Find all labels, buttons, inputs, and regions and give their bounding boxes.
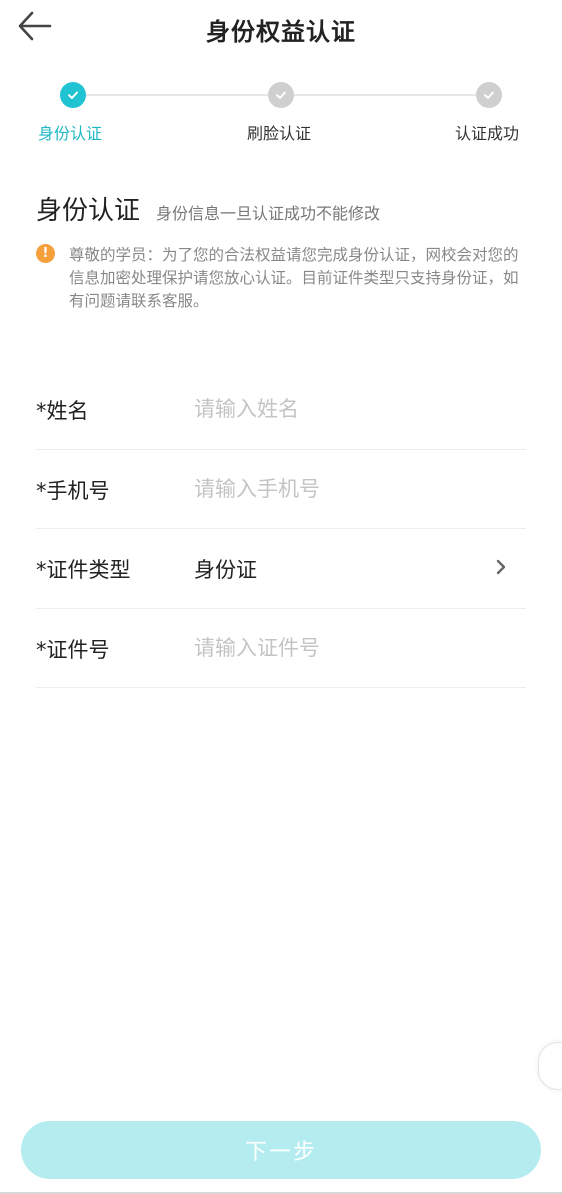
- form-row-name: *姓名: [36, 370, 526, 450]
- step-connector: [294, 94, 476, 96]
- step-connector: [86, 94, 268, 96]
- floating-side-tab[interactable]: [538, 1042, 562, 1090]
- phone-label: *手机号: [36, 478, 110, 503]
- phone-input[interactable]: [194, 469, 484, 508]
- section-title: 身份认证: [36, 196, 141, 226]
- section-header: 身份认证 身份信息一旦认证成功不能修改: [36, 190, 380, 227]
- id-number-label: *证件号: [36, 637, 110, 662]
- id-type-label: *证件类型: [36, 558, 131, 582]
- next-step-button[interactable]: 下一步: [21, 1121, 541, 1179]
- check-icon: [68, 91, 78, 99]
- step-3-indicator: [476, 82, 502, 108]
- id-number-input[interactable]: [194, 628, 484, 667]
- id-type-selector[interactable]: *证件类型 身份证: [36, 529, 526, 609]
- notice: ! 尊敬的学员：为了您的合法权益请您完成身份认证，网校会对您的信息加密处理保护请…: [36, 244, 528, 313]
- name-label: *姓名: [36, 399, 89, 423]
- section-subtitle: 身份信息一旦认证成功不能修改: [156, 204, 381, 223]
- chevron-right-icon: [496, 559, 506, 575]
- step-2-label: 刷脸认证: [247, 124, 312, 143]
- form-row-phone: *手机号: [36, 450, 526, 529]
- warning-icon: !: [36, 244, 55, 263]
- step-3-label: 认证成功: [455, 124, 520, 143]
- step-2-indicator: [268, 82, 294, 108]
- form-row-id-number: *证件号: [36, 609, 526, 688]
- header: 身份权益认证: [0, 0, 562, 56]
- page-title: 身份权益认证: [206, 18, 356, 46]
- progress-steps: 身份认证 刷脸认证 认证成功: [0, 76, 562, 146]
- step-1-indicator: [60, 82, 86, 108]
- name-input[interactable]: [194, 390, 484, 428]
- id-type-value: 身份证: [194, 558, 257, 582]
- check-icon: [484, 91, 494, 99]
- check-icon: [276, 91, 286, 99]
- step-1-label: 身份认证: [38, 124, 103, 143]
- notice-text: 尊敬的学员：为了您的合法权益请您完成身份认证，网校会对您的信息加密处理保护请您放…: [69, 246, 519, 310]
- identity-form: *姓名 *手机号 *证件类型 身份证 *证件号: [36, 370, 526, 688]
